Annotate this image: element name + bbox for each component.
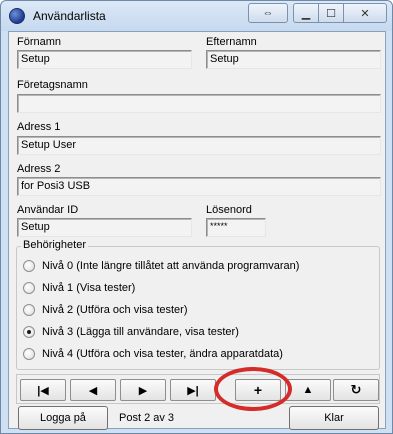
permission-level-1-label: Nivå 1 (Visa tester)	[42, 282, 136, 294]
user-id-label: Användar ID	[17, 204, 79, 216]
last-name-label: Efternamn	[206, 36, 257, 48]
done-button-label: Klar	[324, 412, 344, 424]
permission-level-4[interactable]: Nivå 4 (Utföra och visa tester, ändra ap…	[23, 348, 283, 360]
record-status: Post 2 av 3	[119, 412, 175, 424]
refresh-button[interactable]: ↻	[333, 379, 379, 401]
address2-label: Adress 2	[17, 163, 61, 175]
radio-level-1[interactable]	[23, 282, 35, 294]
radio-level-4[interactable]	[23, 348, 35, 360]
company-field[interactable]	[17, 94, 381, 113]
app-icon	[9, 8, 25, 24]
permission-level-2[interactable]: Nivå 2 (Utföra och visa tester)	[23, 304, 188, 316]
first-name-label: Förnamn	[17, 36, 62, 48]
password-label: Lösenord	[206, 204, 252, 216]
highlight-circle	[214, 367, 292, 411]
previous-record-button[interactable]: ◀	[70, 379, 116, 401]
next-record-button[interactable]: ▶	[120, 379, 166, 401]
close-button[interactable]: ✕	[343, 3, 387, 23]
last-name-field[interactable]: Setup	[206, 50, 381, 69]
radio-level-2[interactable]	[23, 304, 35, 316]
first-record-button[interactable]: |◀	[20, 379, 66, 401]
client-area: Förnamn Setup Efternamn Setup Företagsna…	[8, 31, 386, 430]
permission-level-4-label: Nivå 4 (Utföra och visa tester, ändra ap…	[42, 348, 283, 360]
window-title: Användarlista	[33, 9, 106, 23]
maximize-button[interactable]: ☐	[318, 3, 344, 23]
permission-level-0-label: Nivå 0 (Inte längre tillåtet att använda…	[42, 260, 300, 272]
address1-field[interactable]: Setup User	[17, 136, 381, 155]
company-label: Företagsnamn	[17, 79, 88, 91]
permission-level-3[interactable]: Nivå 3 (Lägga till användare, visa teste…	[23, 326, 239, 338]
permission-level-2-label: Nivå 2 (Utföra och visa tester)	[42, 304, 188, 316]
user-list-window: Användarlista ⇔ ▁ ☐ ✕ Förnamn Setup Efte…	[0, 0, 393, 434]
user-id-field[interactable]: Setup	[17, 218, 192, 237]
password-field[interactable]: *****	[206, 218, 266, 237]
title-bar: Användarlista ⇔ ▁ ☐ ✕	[1, 1, 392, 31]
swap-button[interactable]: ⇔	[248, 3, 288, 23]
radio-level-0[interactable]	[23, 260, 35, 272]
address2-field[interactable]: for Posi3 USB	[17, 177, 381, 196]
address1-label: Adress 1	[17, 121, 61, 133]
permission-level-1[interactable]: Nivå 1 (Visa tester)	[23, 282, 135, 294]
minimize-button[interactable]: ▁	[293, 3, 319, 23]
permission-level-0[interactable]: Nivå 0 (Inte längre tillåtet att använda…	[23, 260, 299, 272]
radio-level-3[interactable]	[23, 326, 35, 338]
last-record-button[interactable]: ▶|	[170, 379, 216, 401]
login-button-label: Logga på	[40, 412, 86, 424]
done-button[interactable]: Klar	[289, 406, 379, 430]
permissions-title: Behörigheter	[21, 239, 88, 251]
first-name-field[interactable]: Setup	[17, 50, 192, 69]
login-button[interactable]: Logga på	[18, 406, 108, 430]
permission-level-3-label: Nivå 3 (Lägga till användare, visa teste…	[42, 326, 239, 338]
